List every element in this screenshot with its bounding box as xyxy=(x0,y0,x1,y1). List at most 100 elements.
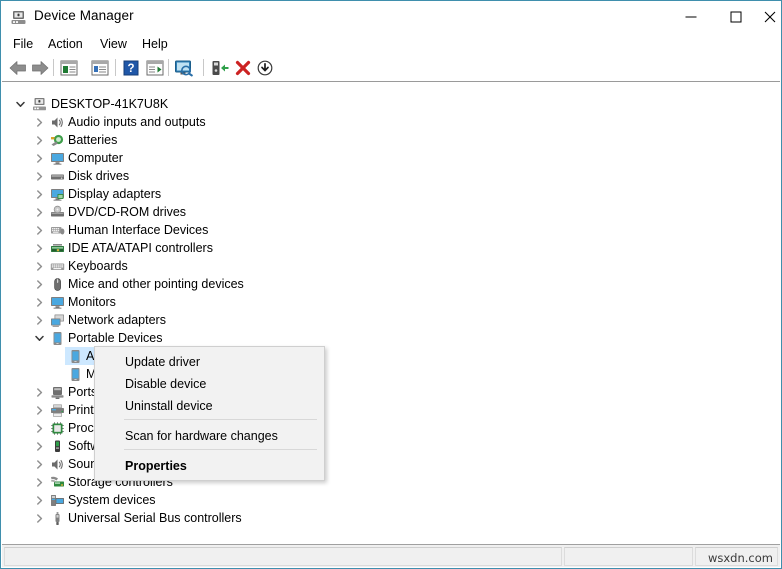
chevron-right-icon[interactable] xyxy=(31,221,47,239)
chevron-right-icon[interactable] xyxy=(31,311,47,329)
chevron-right-icon[interactable] xyxy=(31,401,47,419)
display-adapter-icon xyxy=(49,185,66,203)
chevron-right-icon[interactable] xyxy=(31,383,47,401)
title-bar: Device Manager xyxy=(1,0,781,32)
chevron-right-icon[interactable] xyxy=(31,473,47,491)
update-driver-icon[interactable] xyxy=(209,57,231,78)
disable-device-icon[interactable] xyxy=(254,57,276,78)
menu-file[interactable]: File xyxy=(7,35,39,53)
chevron-right-icon[interactable] xyxy=(31,203,47,221)
maximize-button[interactable] xyxy=(713,1,758,32)
toolbar: ? xyxy=(1,55,781,80)
speaker-icon xyxy=(49,455,66,473)
ide-controller-icon xyxy=(49,239,66,257)
tree-row-audio-inputs-and-outputs[interactable]: Audio inputs and outputs xyxy=(2,113,780,131)
tree-row-system-devices[interactable]: System devices xyxy=(2,491,780,509)
software-device-icon xyxy=(49,437,66,455)
status-bar: wsxdn.com xyxy=(2,544,780,567)
chevron-right-icon[interactable] xyxy=(31,455,47,473)
context-menu[interactable]: Update driver Disable device Uninstall d… xyxy=(94,346,325,481)
close-button[interactable] xyxy=(758,1,781,32)
tree-row-ide-ata-atapi-controllers[interactable]: IDE ATA/ATAPI controllers xyxy=(2,239,780,257)
portable-device-icon xyxy=(49,329,66,347)
show-hide-action-pane-icon[interactable] xyxy=(144,57,166,78)
toolbar-separator xyxy=(203,59,204,76)
tree-row-network-adapters[interactable]: Network adapters xyxy=(2,311,780,329)
mouse-icon xyxy=(49,275,66,293)
chevron-right-icon[interactable] xyxy=(31,257,47,275)
status-panel-secondary xyxy=(564,547,693,566)
tree-row-disk-drives[interactable]: Disk drives xyxy=(2,167,780,185)
chevron-right-icon[interactable] xyxy=(31,239,47,257)
device-tree: DESKTOP-41K7U8K Audio inputs and outputs… xyxy=(2,82,780,538)
tree-item-label: Computer xyxy=(68,151,123,165)
tree-row-batteries[interactable]: Batteries xyxy=(2,131,780,149)
chevron-down-icon[interactable] xyxy=(12,95,28,113)
back-icon[interactable] xyxy=(7,57,29,78)
printer-icon xyxy=(49,401,66,419)
hid-icon xyxy=(49,221,66,239)
keyboard-icon xyxy=(49,257,66,275)
menu-view[interactable]: View xyxy=(94,35,133,53)
context-menu-item-scan-for-hardware-changes[interactable]: Scan for hardware changes xyxy=(96,425,325,447)
tree-row-keyboards[interactable]: Keyboards xyxy=(2,257,780,275)
disk-drive-icon xyxy=(49,167,66,185)
chevron-right-icon[interactable] xyxy=(31,275,47,293)
tree-row-root[interactable]: DESKTOP-41K7U8K xyxy=(2,95,780,113)
toolbar-separator xyxy=(53,59,54,76)
tree-item-label: DVD/CD-ROM drives xyxy=(68,205,187,219)
context-menu-separator xyxy=(124,419,317,420)
tree-row-human-interface-devices[interactable]: Human Interface Devices xyxy=(2,221,780,239)
processor-icon xyxy=(49,419,66,437)
tree-item-label: Display adapters xyxy=(68,187,162,201)
scan-for-hardware-changes-icon[interactable] xyxy=(173,57,195,78)
context-menu-item-disable-device[interactable]: Disable device xyxy=(96,373,325,395)
minimize-button[interactable] xyxy=(668,1,713,32)
tree-item-label: Human Interface Devices xyxy=(68,223,209,237)
device-manager-window: Device Manager File Action View Help ? D… xyxy=(0,0,782,569)
uninstall-device-icon[interactable] xyxy=(232,57,254,78)
chevron-right-icon[interactable] xyxy=(31,509,47,527)
help-icon[interactable]: ? xyxy=(120,57,142,78)
tree-item-label: System devices xyxy=(68,493,156,507)
device-tree-pane[interactable]: DESKTOP-41K7U8K Audio inputs and outputs… xyxy=(2,81,780,538)
tree-row-portable-devices[interactable]: Portable Devices xyxy=(2,329,780,347)
chevron-right-icon[interactable] xyxy=(31,149,47,167)
chevron-right-icon[interactable] xyxy=(31,167,47,185)
svg-text:?: ? xyxy=(127,63,134,75)
context-menu-separator xyxy=(124,449,317,450)
tree-row-display-adapters[interactable]: Display adapters xyxy=(2,185,780,203)
storage-controller-icon xyxy=(49,473,66,491)
device-manager-icon xyxy=(10,9,27,26)
menu-action[interactable]: Action xyxy=(42,35,89,53)
chevron-right-icon[interactable] xyxy=(31,131,47,149)
chevron-down-icon[interactable] xyxy=(31,329,47,347)
chevron-right-icon[interactable] xyxy=(31,419,47,437)
menu-help[interactable]: Help xyxy=(136,35,174,53)
monitor-icon xyxy=(49,293,66,311)
chevron-right-icon[interactable] xyxy=(31,185,47,203)
chevron-right-icon[interactable] xyxy=(31,491,47,509)
properties-icon[interactable] xyxy=(89,57,111,78)
context-menu-item-update-driver[interactable]: Update driver xyxy=(96,351,325,373)
system-device-icon xyxy=(49,491,66,509)
chevron-right-icon[interactable] xyxy=(31,437,47,455)
tree-row-monitors[interactable]: Monitors xyxy=(2,293,780,311)
tree-row-universal-serial-bus-controllers[interactable]: Universal Serial Bus controllers xyxy=(2,509,780,527)
speaker-icon xyxy=(49,113,66,131)
battery-icon xyxy=(49,131,66,149)
chevron-right-icon[interactable] xyxy=(31,293,47,311)
show-hide-console-tree-icon[interactable] xyxy=(58,57,80,78)
usb-icon xyxy=(49,509,66,527)
tree-row-mice-and-other-pointing-devices[interactable]: Mice and other pointing devices xyxy=(2,275,780,293)
tree-item-label: Network adapters xyxy=(68,313,166,327)
context-menu-item-properties[interactable]: Properties xyxy=(96,455,325,477)
tree-item-label: Monitors xyxy=(68,295,116,309)
tree-row-dvd-cd-rom-drives[interactable]: DVD/CD-ROM drives xyxy=(2,203,780,221)
toolbar-separator xyxy=(115,59,116,76)
forward-icon[interactable] xyxy=(29,57,51,78)
tree-row-computer[interactable]: Computer xyxy=(2,149,780,167)
context-menu-item-uninstall-device[interactable]: Uninstall device xyxy=(96,395,325,417)
chevron-right-icon[interactable] xyxy=(31,113,47,131)
computer-root-icon xyxy=(31,95,48,113)
